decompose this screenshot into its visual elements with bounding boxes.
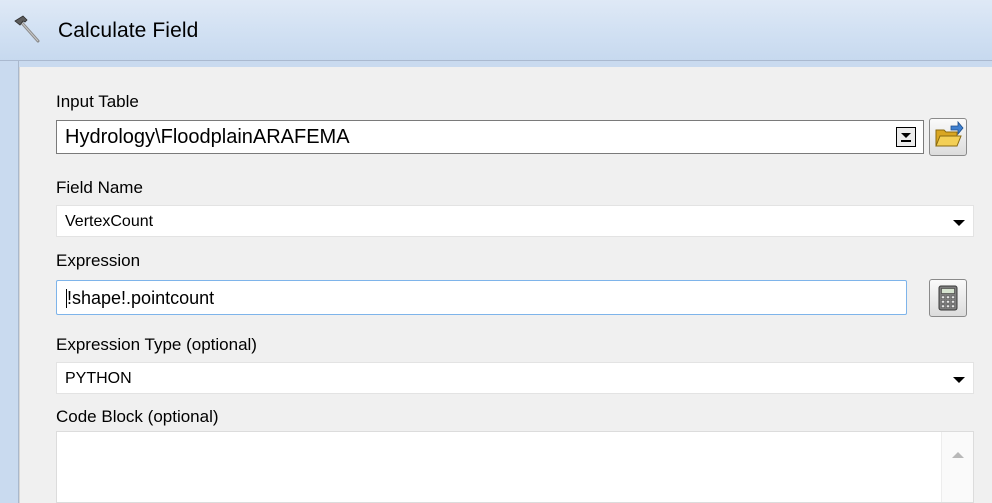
- scroll-up-icon[interactable]: [952, 452, 964, 458]
- text-caret: [66, 289, 67, 308]
- field-name-label: Field Name: [56, 178, 143, 197]
- field-name-value: VertexCount: [65, 213, 154, 230]
- chevron-down-icon: [953, 377, 965, 383]
- input-table-label: Input Table: [56, 92, 139, 111]
- code-block-scrollbar[interactable]: [941, 432, 973, 502]
- folder-open-icon: [935, 120, 964, 147]
- input-table-value: Hydrology\FloodplainARAFEMA: [65, 126, 350, 148]
- code-block-label: Code Block (optional): [56, 407, 219, 426]
- input-table-dropdown-button[interactable]: [896, 127, 916, 147]
- hammer-icon: [14, 15, 40, 43]
- expression-type-select[interactable]: PYTHON: [56, 362, 974, 394]
- chevron-down-icon: [901, 133, 911, 138]
- browse-button[interactable]: [929, 118, 967, 156]
- code-block-textarea[interactable]: [56, 431, 974, 503]
- expression-value: !shape!.pointcount: [67, 288, 215, 308]
- input-table-combo[interactable]: Hydrology\FloodplainARAFEMA: [56, 120, 924, 154]
- window-frame-left: [0, 61, 19, 503]
- expression-type-value: PYTHON: [65, 370, 132, 387]
- dialog-content: Input Table Hydrology\FloodplainARAFEMA …: [19, 67, 992, 503]
- expression-input[interactable]: !shape!.pointcount: [56, 280, 907, 315]
- window-title: Calculate Field: [58, 19, 199, 42]
- chevron-down-icon: [953, 220, 965, 226]
- calculator-icon: [938, 285, 958, 311]
- field-name-select[interactable]: VertexCount: [56, 205, 974, 237]
- expression-label: Expression: [56, 251, 141, 270]
- expression-builder-button[interactable]: [929, 279, 967, 317]
- expression-type-label: Expression Type (optional): [56, 335, 257, 354]
- title-bar: Calculate Field: [0, 0, 992, 61]
